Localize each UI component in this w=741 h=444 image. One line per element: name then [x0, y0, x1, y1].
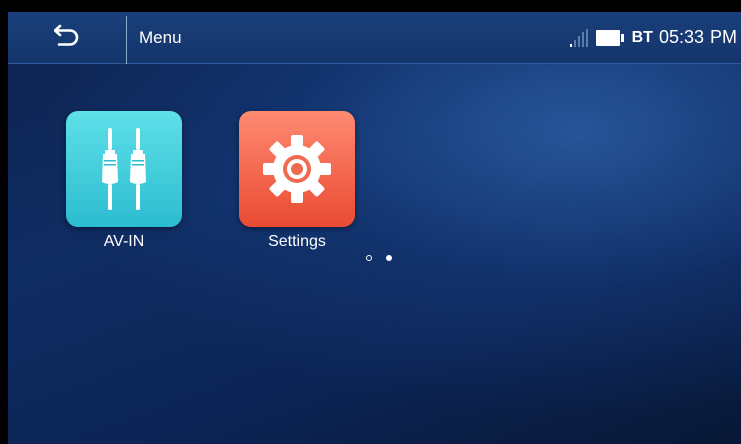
page-dot-1[interactable]: [366, 255, 372, 261]
app-label-av-in: AV-IN: [103, 233, 145, 250]
header-divider: [126, 16, 127, 64]
page-title: Menu: [139, 28, 182, 47]
clock-time: 05:33: [658, 27, 704, 47]
status-bar: Menu BT 05:33 PM: [8, 12, 741, 64]
audio-plugs-icon: [66, 111, 182, 227]
left-border: [0, 12, 8, 444]
page-dot-2[interactable]: [386, 255, 392, 261]
battery-icon: [595, 29, 624, 46]
back-arrow-icon: [53, 24, 80, 51]
back-button[interactable]: [8, 12, 126, 63]
top-border: [0, 0, 741, 12]
status-area: BT 05:33 PM: [569, 12, 737, 63]
app-settings[interactable]: Settings: [227, 111, 367, 251]
home-screen: Menu BT 05:33 PM AV-IN Settings: [0, 0, 741, 444]
app-av-in[interactable]: AV-IN: [54, 111, 194, 251]
gear-icon: [239, 111, 355, 227]
page-indicator: [366, 255, 392, 261]
clock-ampm: PM: [710, 27, 737, 47]
signal-strength-icon: [569, 28, 588, 47]
bluetooth-label: BT: [631, 28, 653, 46]
app-label-settings: Settings: [268, 233, 326, 250]
